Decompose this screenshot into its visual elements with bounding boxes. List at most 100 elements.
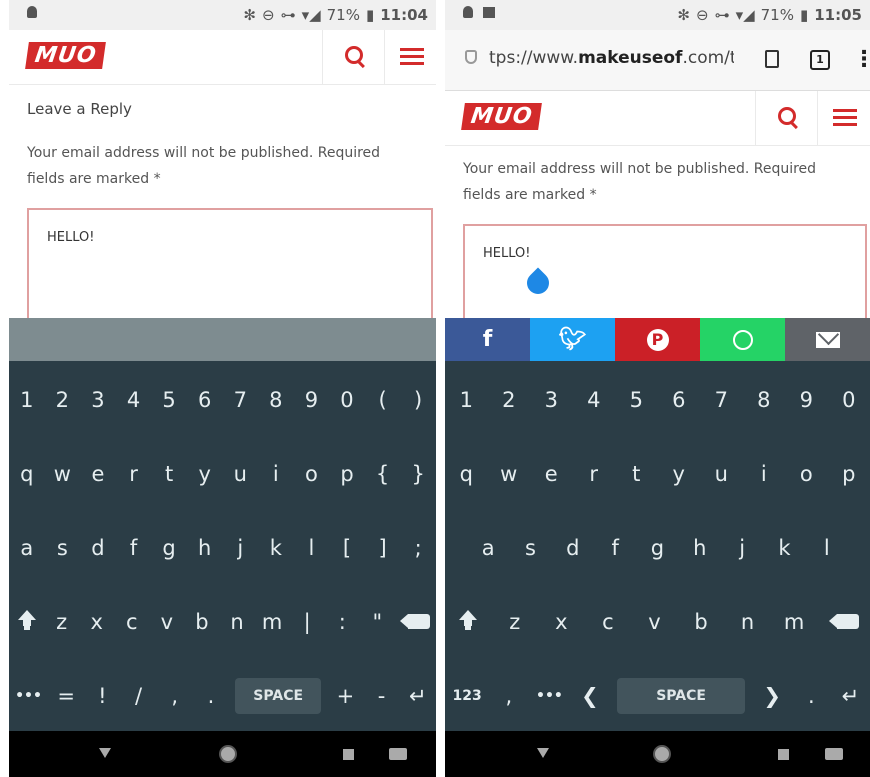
site-info-shield-icon[interactable] [465,50,477,64]
key[interactable]: l [815,536,839,560]
reader-mode-icon[interactable] [765,50,779,68]
key[interactable]: ; [406,536,430,560]
key[interactable]: " [365,610,389,634]
back-icon[interactable] [537,748,549,758]
space-key[interactable]: SPACE [235,678,322,714]
recents-icon[interactable] [343,749,354,760]
home-icon[interactable] [653,745,671,763]
key[interactable]: 3 [86,388,110,412]
home-icon[interactable] [219,745,237,763]
key[interactable]: - [370,684,394,708]
key[interactable]: l [299,536,323,560]
key[interactable]: 4 [582,388,606,412]
key[interactable]: w [50,462,74,486]
key[interactable]: . [199,684,223,708]
key[interactable]: i [264,462,288,486]
key[interactable]: a [476,536,500,560]
key[interactable]: o [794,462,818,486]
backspace-key[interactable] [400,610,431,634]
key[interactable]: t [624,462,648,486]
whatsapp-share-button[interactable] [700,318,785,361]
key[interactable]: w [497,462,521,486]
key[interactable]: m [782,610,806,634]
key[interactable]: 7 [228,388,252,412]
overflow-menu-icon[interactable]: ⋮ [853,47,870,72]
url-field[interactable]: tps://www.makeuseof.com/ta [489,48,734,68]
key[interactable]: x [549,610,573,634]
key[interactable]: t [157,462,181,486]
key[interactable]: . [799,684,823,708]
key[interactable]: r [582,462,606,486]
search-button[interactable] [755,91,818,145]
key[interactable]: | [295,610,319,634]
key[interactable]: 1 [15,388,39,412]
key[interactable]: 8 [264,388,288,412]
key[interactable]: h [688,536,712,560]
key[interactable]: 6 [667,388,691,412]
email-share-button[interactable] [785,318,870,361]
key[interactable]: z [50,610,74,634]
key[interactable]: 9 [299,388,323,412]
shift-key[interactable] [456,609,480,635]
search-button[interactable] [322,30,385,84]
key[interactable]: k [772,536,796,560]
pinterest-share-button[interactable]: P [615,318,700,361]
tab-switcher-button[interactable]: 1 [810,50,830,70]
key[interactable]: d [86,536,110,560]
key[interactable]: q [454,462,478,486]
back-icon[interactable] [99,748,111,758]
cursor-left-key[interactable]: ❮ [578,684,602,708]
key[interactable]: / [127,684,151,708]
keyboard-switch-icon[interactable] [825,748,843,760]
numbers-key[interactable]: 123 [453,688,482,704]
key[interactable]: ] [371,536,395,560]
key[interactable]: 9 [794,388,818,412]
more-symbols-key[interactable]: ••• [536,688,563,704]
key[interactable]: y [667,462,691,486]
text-cursor-handle[interactable] [522,267,554,299]
key[interactable]: = [54,684,78,708]
key[interactable]: [ [335,536,359,560]
key[interactable]: } [406,462,430,486]
key[interactable]: m [260,610,284,634]
key[interactable]: v [642,610,666,634]
key[interactable]: s [518,536,542,560]
key[interactable]: 0 [837,388,861,412]
keyboard-switch-icon[interactable] [389,748,407,760]
key[interactable]: g [157,536,181,560]
key[interactable]: , [497,684,521,708]
key[interactable]: n [225,610,249,634]
key[interactable]: 0 [335,388,359,412]
key[interactable]: b [689,610,713,634]
key[interactable]: c [120,610,144,634]
key[interactable]: e [539,462,563,486]
key[interactable]: 1 [454,388,478,412]
key[interactable]: s [50,536,74,560]
key[interactable]: 5 [624,388,648,412]
key[interactable]: i [752,462,776,486]
site-logo[interactable]: MUO [25,42,107,69]
key[interactable]: u [228,462,252,486]
facebook-share-button[interactable]: f [445,318,530,361]
key[interactable]: 7 [709,388,733,412]
key[interactable]: y [193,462,217,486]
key[interactable]: ! [90,684,114,708]
key[interactable]: { [371,462,395,486]
key[interactable]: ( [371,388,395,412]
cursor-right-key[interactable]: ❯ [760,684,784,708]
twitter-share-button[interactable]: 🐦︎ [530,318,615,361]
key[interactable]: , [163,684,187,708]
backspace-key[interactable] [828,610,859,634]
key[interactable]: h [193,536,217,560]
key[interactable]: a [15,536,39,560]
key[interactable]: 2 [497,388,521,412]
key[interactable]: 3 [539,388,563,412]
key[interactable]: v [155,610,179,634]
enter-key[interactable]: ↵ [406,684,430,708]
key[interactable]: 8 [752,388,776,412]
key[interactable]: 5 [157,388,181,412]
key[interactable]: j [228,536,252,560]
key[interactable]: j [730,536,754,560]
key[interactable]: f [122,536,146,560]
enter-key[interactable]: ↵ [838,684,862,708]
